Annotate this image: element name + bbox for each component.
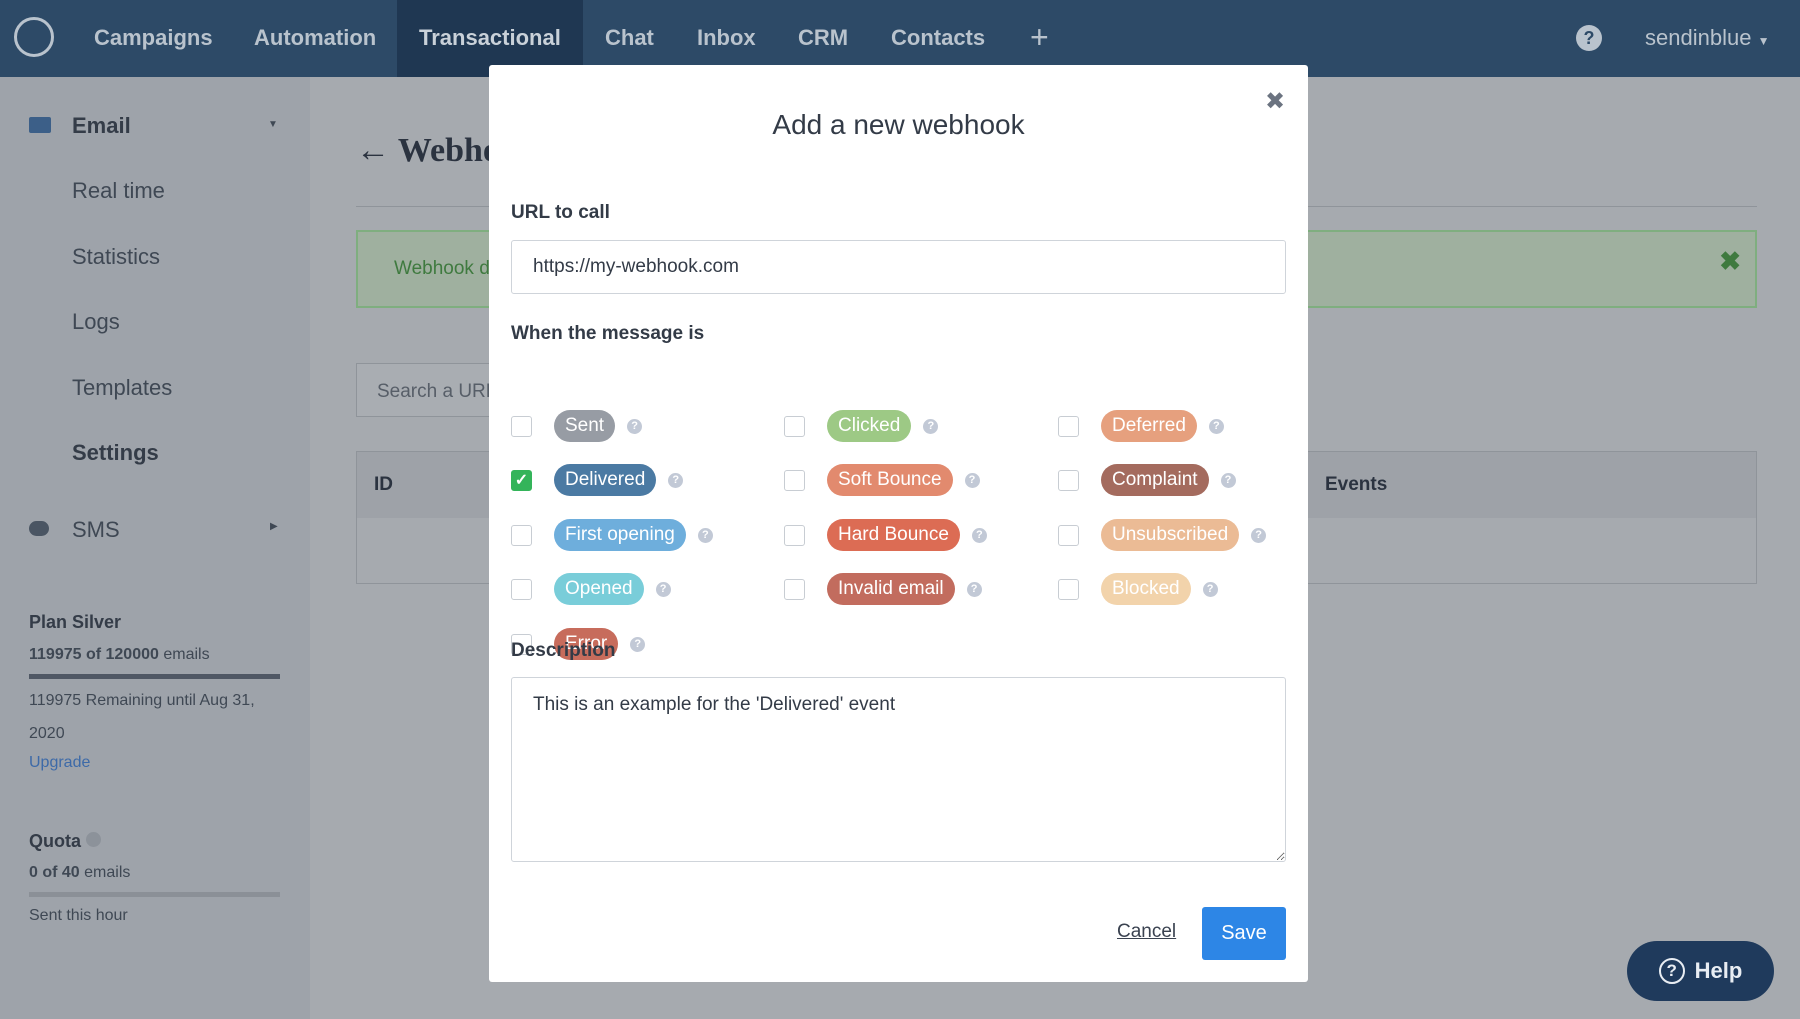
event-badge: Clicked (827, 410, 912, 442)
account-name: sendinblue (1645, 25, 1752, 50)
col-id: ID (374, 474, 393, 495)
sidebar-sms[interactable]: SMS (72, 517, 120, 543)
sidebar-email[interactable]: Email (72, 113, 131, 139)
plan-remaining: 119975 Remaining until Aug 31, 2020 (29, 692, 255, 742)
sidebar-item-settings[interactable]: Settings (72, 440, 159, 466)
plan-usage: 119975 of 120000 (29, 646, 159, 663)
event-checkbox[interactable] (1058, 415, 1079, 437)
url-input[interactable] (511, 240, 1286, 294)
account-menu[interactable]: sendinblue ▼ (1645, 0, 1769, 77)
chevron-right-icon[interactable]: ▶ (270, 521, 278, 532)
add-webhook-modal: Add a new webhook ✖ URL to call When the… (489, 65, 1308, 982)
event-checkbox[interactable] (784, 469, 805, 491)
alert-text: Webhook d (394, 258, 490, 279)
sidebar-item-statistics[interactable]: Statistics (72, 244, 160, 270)
event-checkbox[interactable] (784, 524, 805, 546)
modal-title: Add a new webhook (772, 109, 1025, 140)
help-label: Help (1694, 958, 1743, 983)
quota-usage: 0 of 40 (29, 864, 80, 881)
event-option[interactable]: Sent? (511, 409, 643, 443)
event-badge: First opening (554, 519, 686, 551)
quota-unit: emails (84, 864, 131, 881)
event-badge: Blocked (1101, 573, 1191, 605)
event-checkbox[interactable] (784, 578, 805, 600)
event-badge: Deferred (1101, 410, 1197, 442)
event-checkbox[interactable] (511, 578, 532, 600)
event-checkbox[interactable]: ✓ (511, 469, 532, 491)
event-badge: Unsubscribed (1101, 519, 1240, 551)
help-icon[interactable]: ? (697, 527, 713, 543)
mail-icon (29, 117, 51, 133)
chevron-down-icon[interactable]: ▼ (268, 119, 278, 130)
event-option[interactable]: Hard Bounce? (784, 518, 987, 552)
help-icon[interactable]: ? (964, 472, 980, 488)
sidebar-item-logs[interactable]: Logs (72, 309, 120, 335)
chevron-down-icon: ▼ (1757, 34, 1770, 48)
event-option[interactable]: Deferred? (1058, 409, 1224, 443)
event-checkbox[interactable] (511, 415, 532, 437)
help-icon[interactable]: ? (668, 472, 684, 488)
event-option[interactable]: Complaint? (1058, 463, 1236, 497)
help-icon[interactable]: ? (630, 636, 646, 652)
close-icon[interactable]: ✖ (1265, 87, 1285, 116)
help-icon[interactable]: ? (655, 581, 671, 597)
back-arrow-icon[interactable]: ← (356, 132, 390, 169)
help-icon: ? (1658, 958, 1685, 984)
sidebar: Email ▼ Real time Statistics Logs Templa… (0, 77, 310, 1019)
save-button[interactable]: Save (1202, 907, 1286, 960)
help-button[interactable]: ? Help (1627, 941, 1774, 1001)
close-icon[interactable]: ✖ (1719, 246, 1741, 277)
event-badge: Hard Bounce (827, 519, 960, 551)
sidebar-item-templates[interactable]: Templates (72, 375, 172, 401)
event-badge: Soft Bounce (827, 464, 953, 496)
event-checkbox[interactable] (511, 524, 532, 546)
help-icon[interactable]: ? (1576, 25, 1602, 51)
event-option[interactable]: Blocked? (1058, 572, 1218, 606)
event-badge: Delivered (554, 464, 657, 496)
event-badge: Opened (554, 573, 644, 605)
event-option[interactable]: Clicked? (784, 409, 939, 443)
help-icon[interactable]: ? (1251, 527, 1267, 543)
help-icon[interactable] (86, 832, 102, 847)
event-checkbox[interactable] (1058, 469, 1079, 491)
help-icon[interactable]: ? (1202, 581, 1218, 597)
help-icon[interactable]: ? (923, 418, 939, 434)
event-checkbox[interactable] (784, 415, 805, 437)
nav-automation[interactable]: Automation (254, 0, 376, 77)
logo-icon[interactable] (14, 17, 54, 57)
event-option[interactable]: ✓ Delivered? (511, 463, 684, 497)
event-option[interactable]: Opened? (511, 572, 671, 606)
event-badge: Invalid email (827, 573, 955, 605)
event-checkbox[interactable] (1058, 524, 1079, 546)
chat-bubble-icon (29, 521, 49, 536)
description-label: Description (511, 640, 616, 661)
event-badge: Sent (554, 410, 616, 442)
plan-progress (29, 674, 280, 679)
event-option[interactable]: Invalid email? (784, 572, 982, 606)
help-icon[interactable]: ? (627, 418, 643, 434)
plan-unit: emails (163, 646, 210, 663)
nav-campaigns[interactable]: Campaigns (94, 0, 213, 77)
event-option[interactable]: Soft Bounce? (784, 463, 980, 497)
sidebar-item-real-time[interactable]: Real time (72, 178, 165, 204)
event-checkbox[interactable] (1058, 578, 1079, 600)
event-option[interactable]: Unsubscribed? (1058, 518, 1267, 552)
event-option[interactable]: First opening? (511, 518, 713, 552)
help-icon[interactable]: ? (1220, 472, 1236, 488)
url-label: URL to call (511, 202, 610, 223)
quota-progress (29, 892, 280, 897)
quota-note: Sent this hour (29, 907, 128, 924)
col-events: Events (1325, 474, 1388, 495)
events-label: When the message is (511, 323, 705, 344)
upgrade-link[interactable]: Upgrade (29, 754, 90, 772)
event-badge: Complaint (1101, 464, 1209, 496)
plan-title: Plan Silver (29, 612, 122, 632)
help-icon[interactable]: ? (966, 581, 982, 597)
help-icon[interactable]: ? (1208, 418, 1224, 434)
quota-title: Quota (29, 831, 81, 851)
help-icon[interactable]: ? (971, 527, 987, 543)
cancel-button[interactable]: Cancel (1117, 921, 1176, 943)
description-textarea[interactable]: This is an example for the 'Delivered' e… (511, 677, 1286, 862)
